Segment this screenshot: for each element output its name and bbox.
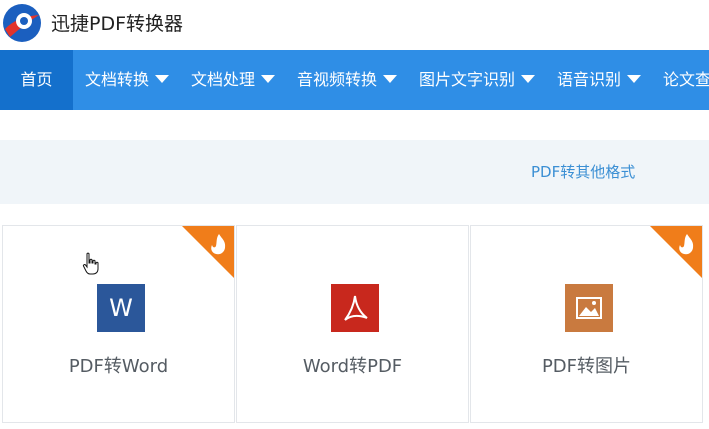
chevron-down-icon	[521, 74, 536, 83]
nav-item-label: 论文查	[663, 70, 709, 89]
nav-item-doc-convert[interactable]: 文档转换	[85, 50, 170, 110]
image-icon	[565, 284, 613, 332]
app-title: 迅捷PDF转换器	[51, 13, 184, 35]
nav-item-ocr[interactable]: 图片文字识别	[419, 50, 536, 110]
hot-badge-icon	[182, 226, 234, 278]
nav-item-label: 图片文字识别	[419, 70, 516, 89]
nav-item-speech[interactable]: 语音识别	[557, 50, 642, 110]
category-bar: PDF转其他格式	[0, 140, 709, 204]
chevron-down-icon	[383, 74, 398, 83]
nav-item-label: 语音识别	[557, 70, 622, 89]
nav-item-paper[interactable]: 论文查	[663, 50, 709, 110]
chevron-down-icon	[155, 74, 170, 83]
category-link-pdf-to-other[interactable]: PDF转其他格式	[531, 140, 635, 204]
tool-card-word-to-pdf[interactable]: Word转PDF	[236, 225, 469, 423]
tool-card-label: PDF转图片	[541, 356, 632, 377]
tool-card-label: Word转PDF	[302, 356, 403, 377]
nav-item-label: 文档转换	[85, 70, 150, 89]
nav-item-doc-process[interactable]: 文档处理	[191, 50, 276, 110]
tool-card-pdf-to-word[interactable]: W PDF转Word	[2, 225, 235, 423]
nav-item-av-convert[interactable]: 音视频转换	[297, 50, 398, 110]
app-header: 迅捷PDF转换器	[0, 0, 709, 50]
main-nav: 首页 文档转换 文档处理 音视频转换 图片文字识别 语音识别 论文查	[0, 50, 709, 110]
nav-item-label: 首页	[20, 70, 53, 89]
hot-badge-icon	[650, 226, 702, 278]
svg-text:W: W	[109, 294, 133, 322]
hand-cursor-icon	[82, 252, 99, 275]
tool-card-label: PDF转Word	[68, 356, 169, 377]
word-icon: W	[97, 284, 145, 332]
app-logo-icon[interactable]	[2, 3, 42, 43]
chevron-down-icon	[261, 74, 276, 83]
chevron-down-icon	[627, 74, 642, 83]
nav-item-label: 文档处理	[191, 70, 256, 89]
tool-card-grid: W PDF转Word Word转PDF PDF转图片	[0, 225, 709, 429]
pdf-icon	[331, 284, 379, 332]
nav-item-home[interactable]: 首页	[0, 50, 73, 110]
nav-item-label: 音视频转换	[297, 70, 378, 89]
tool-card-pdf-to-image[interactable]: PDF转图片	[470, 225, 703, 423]
